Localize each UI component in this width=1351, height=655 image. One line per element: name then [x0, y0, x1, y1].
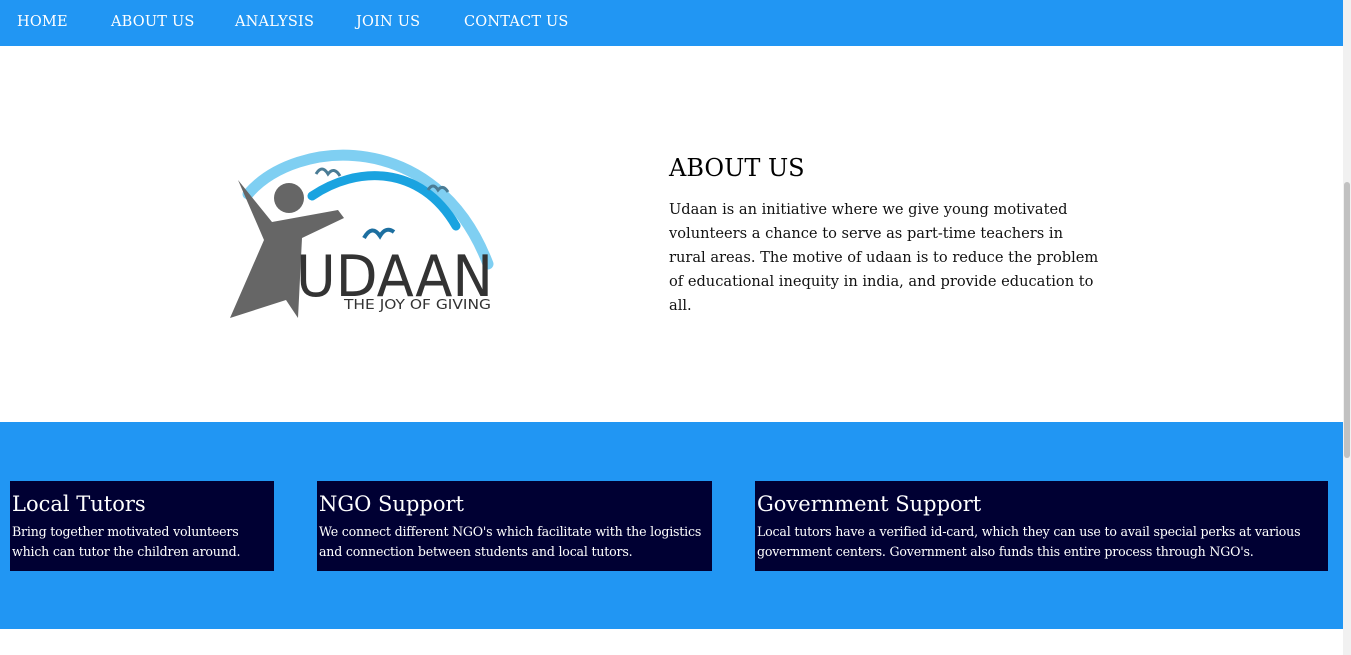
about-description: Udaan is an initiative where we give you… — [669, 201, 1099, 314]
logo-bird-icon — [314, 167, 342, 177]
feature-title: NGO Support — [319, 492, 464, 516]
page-scrollbar[interactable] — [1343, 0, 1351, 655]
logo-bird-icon — [362, 227, 396, 240]
udaan-logo: UDAAN THE JOY OF GIVING — [230, 149, 494, 318]
nav-about-link[interactable]: ABOUT US — [111, 14, 195, 30]
scrollbar-thumb[interactable] — [1344, 182, 1350, 458]
logo-tagline: THE JOY OF GIVING — [343, 298, 491, 313]
feature-text: Bring together motivated volunteers whic… — [12, 524, 241, 559]
feature-text: We connect different NGO's which facilit… — [319, 524, 702, 559]
feature-card-government-support: Government Support Local tutors have a v… — [755, 481, 1328, 571]
features-section: Local Tutors Bring together motivated vo… — [0, 422, 1343, 629]
feature-text: Local tutors have a verified id-card, wh… — [757, 524, 1301, 559]
feature-title: Local Tutors — [12, 492, 146, 516]
nav-join-link[interactable]: JOIN US — [356, 14, 420, 30]
nav-home-link[interactable]: HOME — [17, 14, 68, 30]
feature-title: Government Support — [757, 492, 982, 516]
about-heading: ABOUT US — [669, 154, 805, 182]
logo-figure-head — [274, 183, 304, 213]
nav-contact-link[interactable]: CONTACT US — [464, 14, 569, 30]
nav-analysis-link[interactable]: ANALYSIS — [235, 14, 314, 30]
feature-card-ngo-support: NGO Support We connect different NGO's w… — [317, 481, 712, 571]
feature-card-local-tutors: Local Tutors Bring together motivated vo… — [10, 481, 274, 571]
top-navbar: HOME ABOUT US ANALYSIS JOIN US CONTACT U… — [0, 0, 1343, 46]
